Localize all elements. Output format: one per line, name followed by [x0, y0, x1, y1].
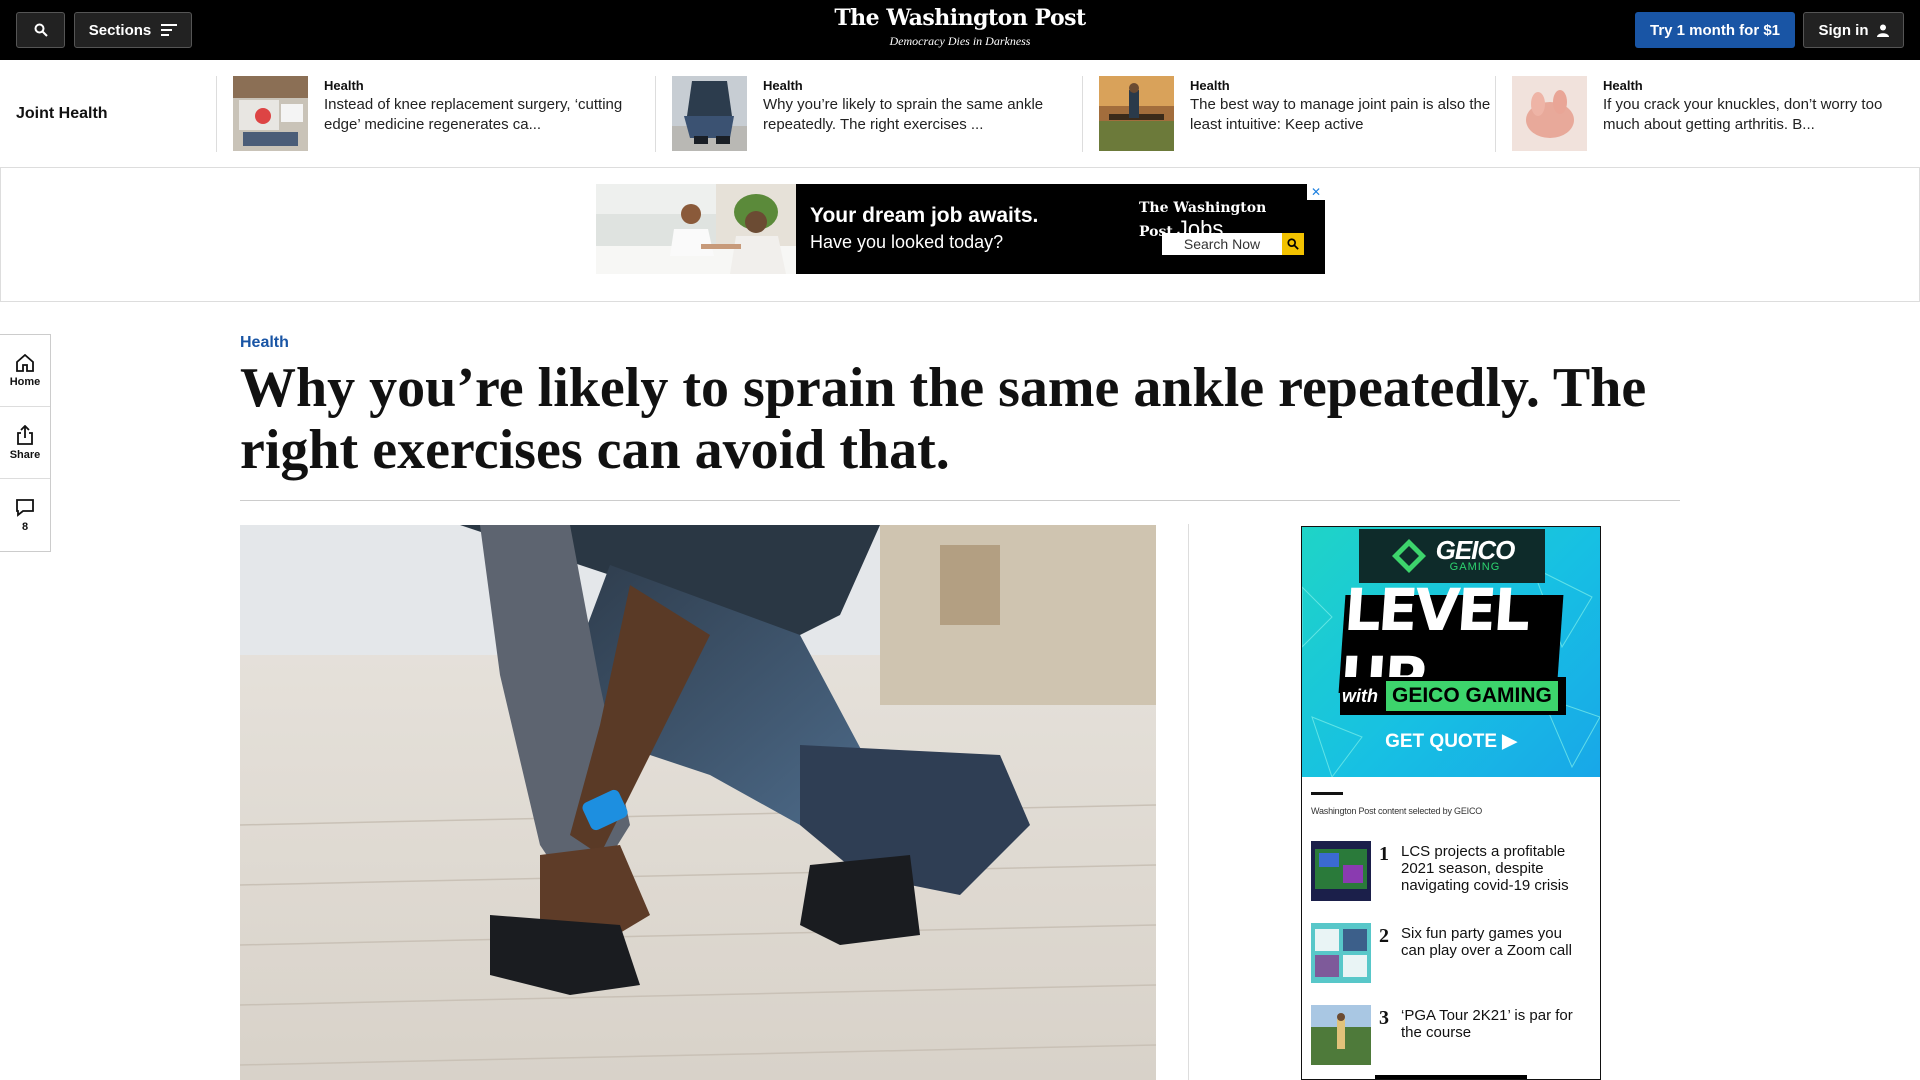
person-icon [1876, 24, 1889, 37]
story-kicker: Health [324, 78, 364, 93]
story-rank: 1 [1379, 843, 1389, 865]
ad-headline: Your dream job awaits. [810, 204, 1039, 227]
related-stories-strip: Joint Health Health Instead of knee repl… [0, 60, 1920, 168]
sign-in-button[interactable]: Sign in [1803, 12, 1904, 48]
sections-label: Sections [88, 21, 152, 39]
geico-g-icon [1391, 539, 1426, 573]
home-label: Home [9, 375, 41, 388]
story-kicker: Health [763, 78, 803, 93]
related-story[interactable]: Health The best way to manage joint pain… [1082, 76, 1496, 152]
geico-logo: GEICO GAMING [1359, 529, 1545, 583]
ad-search-button[interactable] [1282, 233, 1304, 255]
home-icon [16, 353, 34, 372]
ad-close-icon[interactable]: ✕ [1307, 184, 1325, 200]
article-kicker[interactable]: Health [240, 334, 289, 352]
share-label: Share [9, 448, 41, 461]
comments-count: 8 [21, 520, 29, 533]
related-story[interactable]: Health Instead of knee replacement surge… [216, 76, 656, 152]
story-headline[interactable]: ‘PGA Tour 2K21’ is par for the course [1401, 1007, 1581, 1041]
left-share-rail: Home Share 8 [0, 334, 51, 552]
home-button[interactable]: Home [0, 335, 50, 407]
story-thumbnail [233, 76, 308, 151]
related-story[interactable]: Health Why you’re likely to sprain the s… [655, 76, 1083, 152]
story-thumbnail [1512, 76, 1587, 151]
story-kicker: Health [1190, 78, 1230, 93]
geico-brand-block: GEICO GAMING [1435, 535, 1516, 573]
story-headline[interactable]: If you crack your knuckles, don’t worry … [1603, 95, 1920, 135]
sponsored-label: Washington Post content selected by GEIC… [1311, 806, 1483, 816]
sponsored-story[interactable]: 1 LCS projects a profitable 2021 season,… [1311, 841, 1591, 901]
ad-footer-bar [1375, 1075, 1527, 1079]
comment-icon [16, 498, 34, 517]
story-thumbnail [672, 76, 747, 151]
geico-with-brand: GEICO GAMING [1386, 681, 1558, 711]
logo-wordmark: The Washington Post [834, 5, 1086, 31]
story-headline[interactable]: Instead of knee replacement surgery, ‘cu… [324, 95, 644, 135]
sponsored-sidebar-ad[interactable]: GEICO GAMING LEVEL UP with GEICO GAMING … [1301, 526, 1601, 1080]
strip-title: Joint Health [16, 105, 108, 122]
story-thumbnail [1311, 841, 1371, 901]
ad-photo [596, 184, 796, 274]
story-headline[interactable]: LCS projects a profitable 2021 season, d… [1401, 843, 1581, 894]
story-thumbnail [1311, 923, 1371, 983]
logo-tagline: Democracy Dies in Darkness [889, 34, 1031, 48]
site-logo[interactable]: The Washington Post Democracy Dies in Da… [760, 5, 1160, 49]
article-title: Why you’re likely to sprain the same ank… [240, 357, 1647, 481]
subscribe-button[interactable]: Try 1 month for $1 [1635, 12, 1795, 48]
search-icon [1287, 238, 1299, 250]
search-button[interactable] [16, 12, 65, 48]
share-button[interactable]: Share [0, 407, 50, 479]
menu-icon [161, 24, 178, 36]
story-headline[interactable]: Why you’re likely to sprain the same ank… [763, 95, 1083, 135]
story-headline[interactable]: Six fun party games you can play over a … [1401, 925, 1581, 959]
sponsored-story[interactable]: 3 ‘PGA Tour 2K21’ is par for the course [1311, 1005, 1591, 1065]
search-icon [34, 23, 48, 37]
ad-subhead: Have you looked today? [810, 232, 1004, 252]
related-story[interactable]: Health If you crack your knuckles, don’t… [1495, 76, 1920, 152]
comments-button[interactable]: 8 [0, 479, 50, 551]
article-hero-image [240, 525, 1156, 1080]
geico-ad-creative[interactable]: GEICO GAMING LEVEL UP with GEICO GAMING … [1302, 527, 1600, 777]
sponsored-story[interactable]: 2 Six fun party games you can play over … [1311, 923, 1591, 983]
column-divider [1188, 524, 1189, 1080]
story-kicker: Health [1603, 78, 1643, 93]
geico-with: with [1342, 685, 1378, 706]
geico-wordmark: GEICO [1435, 535, 1516, 565]
story-thumbnail [1311, 1005, 1371, 1065]
jobs-banner-ad[interactable]: Your dream job awaits. Have you looked t… [596, 184, 1325, 274]
get-quote-button[interactable]: GET QUOTE ▶ [1302, 730, 1600, 753]
story-headline[interactable]: The best way to manage joint pain is als… [1190, 95, 1510, 135]
geico-with-line: with GEICO GAMING [1340, 677, 1566, 715]
share-icon [17, 424, 33, 445]
header-divider [240, 500, 1680, 501]
sign-in-label: Sign in [1818, 21, 1869, 39]
sections-menu-button[interactable]: Sections [74, 12, 192, 48]
ad-search-field[interactable]: Search Now [1162, 233, 1282, 255]
top-navigation-bar: Sections The Washington Post Democracy D… [0, 0, 1920, 60]
leaderboard-ad-slot: Your dream job awaits. Have you looked t… [0, 168, 1920, 302]
section-accent-bar [1311, 792, 1343, 795]
story-rank: 3 [1379, 1007, 1389, 1029]
story-rank: 2 [1379, 925, 1389, 947]
story-thumbnail [1099, 76, 1174, 151]
